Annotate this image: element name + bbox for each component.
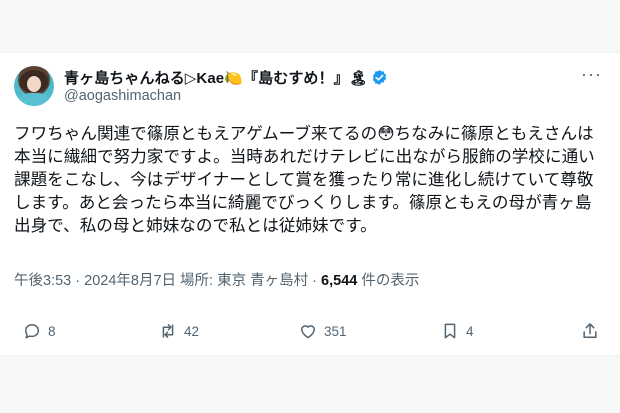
tweet-location[interactable]: 東京 青ヶ島村	[217, 273, 308, 289]
verified-icon	[372, 70, 387, 85]
user-handle[interactable]: @aogashimachan	[64, 88, 181, 104]
bookmark-icon	[444, 323, 456, 339]
avatar-body	[18, 93, 50, 106]
repost-icon	[162, 324, 174, 338]
repost-button[interactable]: 42	[158, 321, 199, 341]
share-button[interactable]	[580, 321, 600, 341]
share-icon	[583, 323, 597, 338]
tweet-meta: 午後3:53 · 2024年8月7日 場所: 東京 青ヶ島村 · 6,544 件…	[14, 273, 420, 289]
reply-count: 8	[48, 323, 56, 339]
display-name[interactable]: 青ヶ島ちゃんねる▷Kae🍋『島むすめ！』🏝	[64, 67, 368, 88]
tweet-time[interactable]: 午後3:53	[14, 273, 71, 289]
bookmark-count: 4	[466, 323, 474, 339]
reply-icon	[25, 324, 39, 339]
reply-button[interactable]: 8	[22, 321, 56, 341]
action-bar: 8 42 351 4	[0, 321, 620, 347]
name-row: 青ヶ島ちゃんねる▷Kae🍋『島むすめ！』🏝	[64, 67, 388, 88]
avatar[interactable]	[14, 66, 54, 106]
avatar-face	[27, 76, 41, 92]
like-count: 351	[324, 323, 347, 339]
tweet-text: フワちゃん関連で篠原ともえアゲムーブ来てるの😳ちなみに篠原ともえさんは本当に繊細…	[14, 124, 595, 235]
view-count: 6,544	[321, 273, 358, 289]
tweet-date[interactable]: 2024年8月7日	[84, 273, 176, 289]
bookmark-button[interactable]: 4	[440, 321, 474, 341]
location-label: 場所:	[180, 273, 214, 289]
like-button[interactable]: 351	[298, 321, 347, 341]
like-icon	[301, 325, 315, 339]
tweet-card: 青ヶ島ちゃんねる▷Kae🍋『島むすめ！』🏝 @aogashimachan ···…	[0, 52, 620, 356]
views-label: 件の表示	[361, 273, 420, 289]
more-icon[interactable]: ···	[581, 65, 602, 83]
repost-count: 42	[184, 323, 200, 339]
